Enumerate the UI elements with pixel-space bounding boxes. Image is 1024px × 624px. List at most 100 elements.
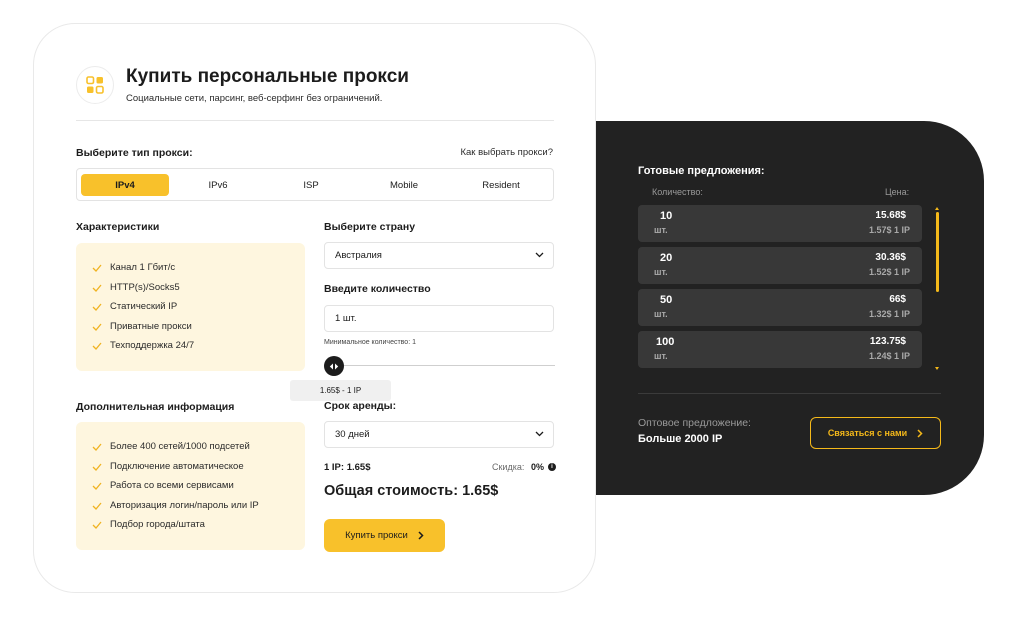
contact-us-button[interactable]: Связаться с нами: [810, 417, 941, 449]
offer-price-per-ip: 1.57$ 1 IP: [868, 225, 910, 235]
offer-qty: 100: [656, 336, 675, 348]
list-item: Канал 1 Гбит/с: [92, 262, 175, 273]
check-icon: [92, 284, 102, 292]
characteristics-box: Канал 1 Гбит/с HTTP(s)/Socks5 Статически…: [76, 243, 305, 371]
check-icon: [92, 502, 102, 510]
offers-qty-header: Количество:: [652, 187, 703, 197]
feature-text: Более 400 сетей/1000 подсетей: [110, 441, 250, 452]
scroll-down-icon[interactable]: [935, 367, 939, 370]
offer-item[interactable]: 20 шт. 30.36$ 1.52$ 1 IP: [638, 247, 922, 284]
tab-ipv6[interactable]: IPv6: [174, 174, 262, 196]
page-subtitle: Социальные сети, парсинг, веб-серфинг бе…: [126, 93, 383, 104]
list-item: Подключение автоматическое: [92, 461, 244, 472]
rent-period-label: Срок аренды:: [324, 400, 397, 412]
offer-qty: 10: [660, 210, 673, 222]
wholesale-value: Больше 2000 IP: [638, 433, 723, 445]
grid-logo-icon: [86, 76, 104, 94]
price-per-ip: 1 IP: 1.65$: [324, 462, 371, 473]
offer-price-per-ip: 1.52$ 1 IP: [868, 267, 910, 277]
offer-price-per-ip: 1.32$ 1 IP: [868, 309, 910, 319]
chevron-right-icon: [418, 531, 424, 540]
list-item: Приватные прокси: [92, 321, 192, 332]
offer-price-per-ip: 1.24$ 1 IP: [868, 351, 910, 361]
offer-unit: шт.: [654, 225, 668, 235]
feature-text: Авторизация логин/пароль или IP: [110, 500, 259, 511]
page-title: Купить персональные прокси: [126, 66, 409, 87]
wholesale-label: Оптовое предложение:: [638, 417, 751, 429]
list-item: Более 400 сетей/1000 подсетей: [92, 441, 250, 452]
logo: [76, 66, 114, 104]
additional-info-title: Дополнительная информация: [76, 401, 235, 413]
feature-text: Приватные прокси: [110, 321, 192, 332]
total-cost: Общая стоимость: 1.65$: [324, 483, 499, 499]
tab-isp[interactable]: ISP: [267, 174, 355, 196]
min-quantity-hint: Минимальное количество: 1: [324, 339, 416, 346]
contact-us-label: Связаться с нами: [827, 428, 908, 438]
price-tooltip: 1.65$ - 1 IP: [290, 380, 391, 401]
quantity-slider-track[interactable]: [333, 365, 555, 366]
info-icon[interactable]: i: [548, 463, 556, 471]
quantity-input[interactable]: 1 шт.: [324, 305, 554, 332]
check-icon: [92, 303, 102, 311]
check-icon: [92, 443, 102, 451]
tab-mobile[interactable]: Mobile: [360, 174, 448, 196]
scroll-up-icon[interactable]: [935, 207, 939, 210]
list-item: HTTP(s)/Socks5: [92, 282, 180, 293]
scrollbar-thumb[interactable]: [936, 212, 939, 292]
characteristics-title: Характеристики: [76, 221, 160, 233]
rent-period-select[interactable]: 30 дней: [324, 421, 554, 448]
offers-price-header: Цена:: [885, 187, 910, 197]
country-select[interactable]: Австралия: [324, 242, 554, 269]
check-icon: [92, 521, 102, 529]
additional-info-box: Более 400 сетей/1000 подсетей Подключени…: [76, 422, 305, 550]
offers-scrollbar[interactable]: [935, 207, 939, 371]
chevron-down-icon: [535, 431, 544, 437]
offers-divider: [638, 393, 941, 394]
offer-price: 15.68$: [875, 210, 906, 221]
offer-price: 123.75$: [869, 336, 906, 347]
list-item: Подбор города/штата: [92, 519, 205, 530]
purchase-card: Купить персональные прокси Социальные се…: [33, 23, 596, 593]
feature-text: Статический IP: [110, 301, 178, 312]
proxy-type-tabs: IPv4 IPv6 ISP Mobile Resident: [76, 168, 554, 201]
check-icon: [92, 463, 102, 471]
offer-item[interactable]: 10 шт. 15.68$ 1.57$ 1 IP: [638, 205, 922, 242]
rent-period-value: 30 дней: [335, 429, 370, 440]
country-label: Выберите страну: [324, 221, 416, 233]
offer-unit: шт.: [654, 351, 668, 361]
buy-proxy-label: Купить прокси: [345, 530, 408, 541]
check-icon: [92, 264, 102, 272]
feature-text: HTTP(s)/Socks5: [110, 282, 180, 293]
offer-item[interactable]: 50 шт. 66$ 1.32$ 1 IP: [638, 289, 922, 326]
list-item: Статический IP: [92, 301, 177, 312]
quantity-slider-handle[interactable]: [324, 356, 344, 376]
check-icon: [92, 323, 102, 331]
tab-ipv4[interactable]: IPv4: [81, 174, 169, 196]
check-icon: [92, 482, 102, 490]
chevron-right-icon: [917, 428, 923, 438]
discount-label: Скидка:: [492, 462, 525, 472]
tab-resident[interactable]: Resident: [453, 174, 549, 196]
offer-item[interactable]: 100 шт. 123.75$ 1.24$ 1 IP: [638, 331, 922, 368]
offer-qty: 20: [660, 252, 673, 264]
quantity-label: Введите количество: [324, 283, 431, 295]
list-item: Техподдержка 24/7: [92, 340, 194, 351]
feature-text: Техподдержка 24/7: [110, 340, 195, 351]
feature-text: Канал 1 Гбит/с: [110, 262, 176, 273]
drag-arrows-icon: [329, 363, 339, 369]
feature-text: Подключение автоматическое: [110, 461, 244, 472]
header-divider: [76, 120, 554, 121]
check-icon: [92, 342, 102, 350]
how-to-choose-link[interactable]: Как выбрать прокси?: [460, 147, 553, 158]
feature-text: Подбор города/штата: [110, 519, 205, 530]
offer-unit: шт.: [654, 309, 668, 319]
quantity-value: 1 шт.: [335, 313, 357, 324]
list-item: Работа со всеми сервисами: [92, 480, 234, 491]
offer-price: 30.36$: [875, 252, 906, 263]
buy-proxy-button[interactable]: Купить прокси: [324, 519, 445, 552]
offer-price: 66$: [889, 294, 906, 305]
proxy-type-label: Выберите тип прокси:: [76, 147, 193, 159]
country-value: Австралия: [335, 250, 382, 261]
offers-title: Готовые предложения:: [638, 165, 765, 177]
discount-value: 0%: [531, 462, 545, 472]
